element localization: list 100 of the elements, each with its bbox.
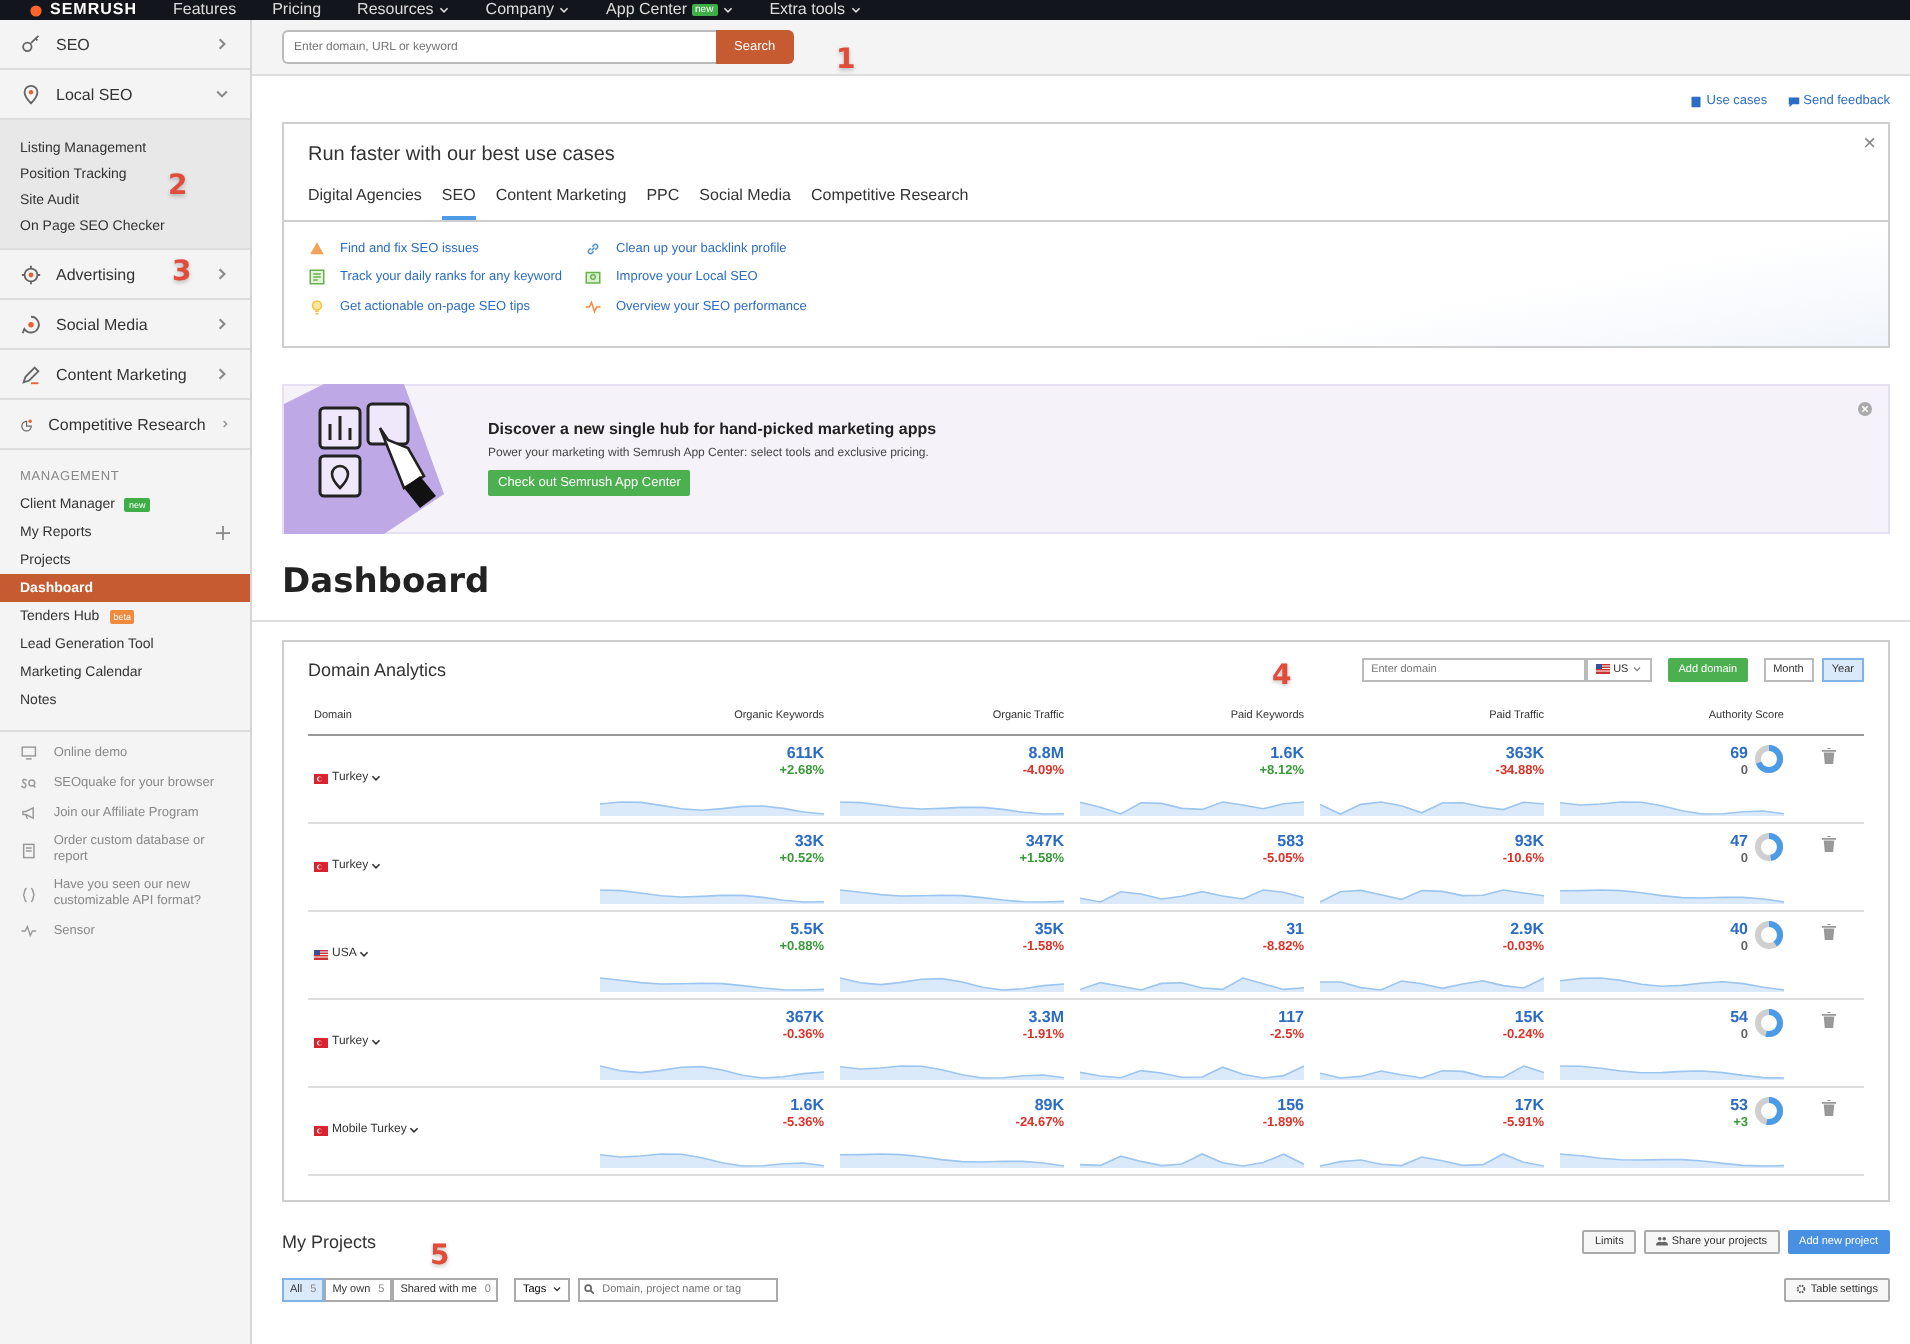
chevron-icon	[214, 366, 230, 382]
flag-icon	[1595, 664, 1610, 674]
donut-meter	[1754, 1095, 1784, 1125]
key-icon	[20, 33, 42, 55]
authority-score[interactable]: 40	[1730, 919, 1748, 937]
card-title: Run faster with our best use cases	[308, 144, 615, 166]
chevron-icon	[358, 948, 371, 960]
sq-icon	[20, 774, 38, 792]
chevron-icon	[408, 1124, 421, 1136]
authority-score[interactable]: 47	[1730, 831, 1748, 849]
chevron-icon	[437, 4, 450, 16]
chevron-icon	[214, 266, 230, 282]
pulse-icon	[20, 922, 38, 940]
trash-icon[interactable]	[1821, 747, 1835, 763]
semrush-logo[interactable]: SEMRUSH	[28, 2, 138, 18]
people-icon	[1655, 1236, 1668, 1246]
nav-link[interactable]: Pricing	[272, 2, 322, 18]
chevron-icon	[721, 4, 734, 16]
metric-value[interactable]: 611K	[786, 743, 824, 761]
tab[interactable]: Content Marketing	[495, 182, 627, 220]
nav-link[interactable]: Resources	[357, 2, 450, 18]
pencil-icon	[20, 363, 42, 385]
chevron-icon	[219, 416, 230, 432]
section-title: My Projects	[282, 1231, 379, 1251]
metric-value[interactable]: 3.3M	[1028, 1007, 1064, 1025]
annotation-number: 5	[430, 1240, 450, 1272]
metric-value[interactable]: 31	[1286, 919, 1304, 937]
flag-icon	[314, 773, 328, 783]
annotation-number: 2	[168, 170, 188, 202]
metric-value[interactable]: 583	[1277, 831, 1304, 849]
trash-icon[interactable]	[1821, 835, 1835, 851]
megaphone-icon	[20, 804, 38, 822]
metric-value[interactable]: 33K	[794, 831, 824, 849]
annotation-number: 3	[172, 256, 192, 288]
page-title: Dashboard	[282, 561, 492, 601]
banner-title: Discover a new single hub for hand-picked marketing apps	[488, 420, 937, 438]
annotation-number: 4	[1272, 660, 1292, 692]
map-pin-icon	[20, 83, 42, 105]
flag-icon	[314, 949, 328, 959]
tab[interactable]: PPC	[646, 182, 680, 220]
nav-link[interactable]: Features	[173, 2, 237, 18]
metric-value[interactable]: 1.6K	[1270, 743, 1304, 761]
metric-value[interactable]: 347K	[1025, 831, 1064, 849]
metric-value[interactable]: 363K	[1505, 743, 1544, 761]
donut-meter	[1754, 919, 1784, 949]
map-pin-icon	[584, 268, 602, 287]
chain-link-icon	[584, 239, 602, 258]
metric-value[interactable]: 89K	[1034, 1095, 1064, 1113]
close-button[interactable]: ×	[1863, 134, 1876, 156]
pulse-icon	[584, 297, 602, 316]
chevron-icon	[370, 860, 383, 872]
chevron-icon	[558, 4, 571, 16]
tab[interactable]: Competitive Research	[810, 182, 969, 220]
target-icon	[20, 263, 42, 285]
nav-link[interactable]: Extra tools	[769, 2, 861, 18]
chevron-icon	[849, 4, 861, 16]
document-icon	[20, 841, 38, 859]
metric-value[interactable]: 8.8M	[1028, 743, 1064, 761]
plus-icon[interactable]	[216, 525, 230, 539]
metric-value[interactable]: 2.9K	[1510, 919, 1544, 937]
search-icon	[584, 1284, 595, 1294]
monitor-icon	[20, 744, 38, 762]
braces-icon	[20, 885, 38, 903]
metric-value[interactable]: 93K	[1514, 831, 1544, 849]
nav-link[interactable]: Company	[485, 2, 571, 18]
card-title: Domain Analytics	[308, 659, 447, 679]
chevron-icon	[214, 36, 230, 52]
tab[interactable]: Digital Agencies	[308, 182, 422, 220]
close-icon[interactable]	[1858, 401, 1872, 415]
trash-icon[interactable]	[1821, 1099, 1835, 1115]
chevron-icon	[214, 86, 230, 102]
flag-icon	[314, 1037, 328, 1047]
metric-value[interactable]: 35K	[1034, 919, 1064, 937]
donut-meter	[1754, 743, 1784, 773]
authority-score[interactable]: 69	[1730, 743, 1748, 761]
metric-value[interactable]: 1.6K	[790, 1095, 824, 1113]
chevron-icon	[214, 316, 230, 332]
trash-icon[interactable]	[1821, 923, 1835, 939]
donut-meter	[1754, 831, 1784, 861]
list-icon	[308, 268, 326, 287]
tab[interactable]: Social Media	[699, 182, 791, 220]
chevron-icon	[552, 1284, 563, 1294]
donut-meter	[1754, 1007, 1784, 1037]
chevron-icon	[370, 772, 383, 784]
authority-score[interactable]: 54	[1730, 1007, 1748, 1025]
metric-value[interactable]: 5.5K	[790, 919, 824, 937]
chevron-icon	[1632, 664, 1643, 674]
book-icon	[1690, 95, 1703, 107]
authority-score[interactable]: 53	[1730, 1095, 1748, 1113]
metric-value[interactable]: 156	[1277, 1095, 1304, 1113]
metric-value[interactable]: 15K	[1514, 1007, 1544, 1025]
flag-icon	[314, 1125, 328, 1135]
flag-icon	[314, 861, 328, 871]
annotation-number: 1	[836, 44, 856, 76]
metric-value[interactable]: 117	[1278, 1007, 1304, 1025]
trash-icon[interactable]	[1821, 1011, 1835, 1027]
chevron-icon	[370, 1036, 383, 1048]
metric-value[interactable]: 17K	[1514, 1095, 1544, 1113]
metric-value[interactable]: 367K	[785, 1007, 824, 1025]
warning-icon	[308, 239, 326, 258]
